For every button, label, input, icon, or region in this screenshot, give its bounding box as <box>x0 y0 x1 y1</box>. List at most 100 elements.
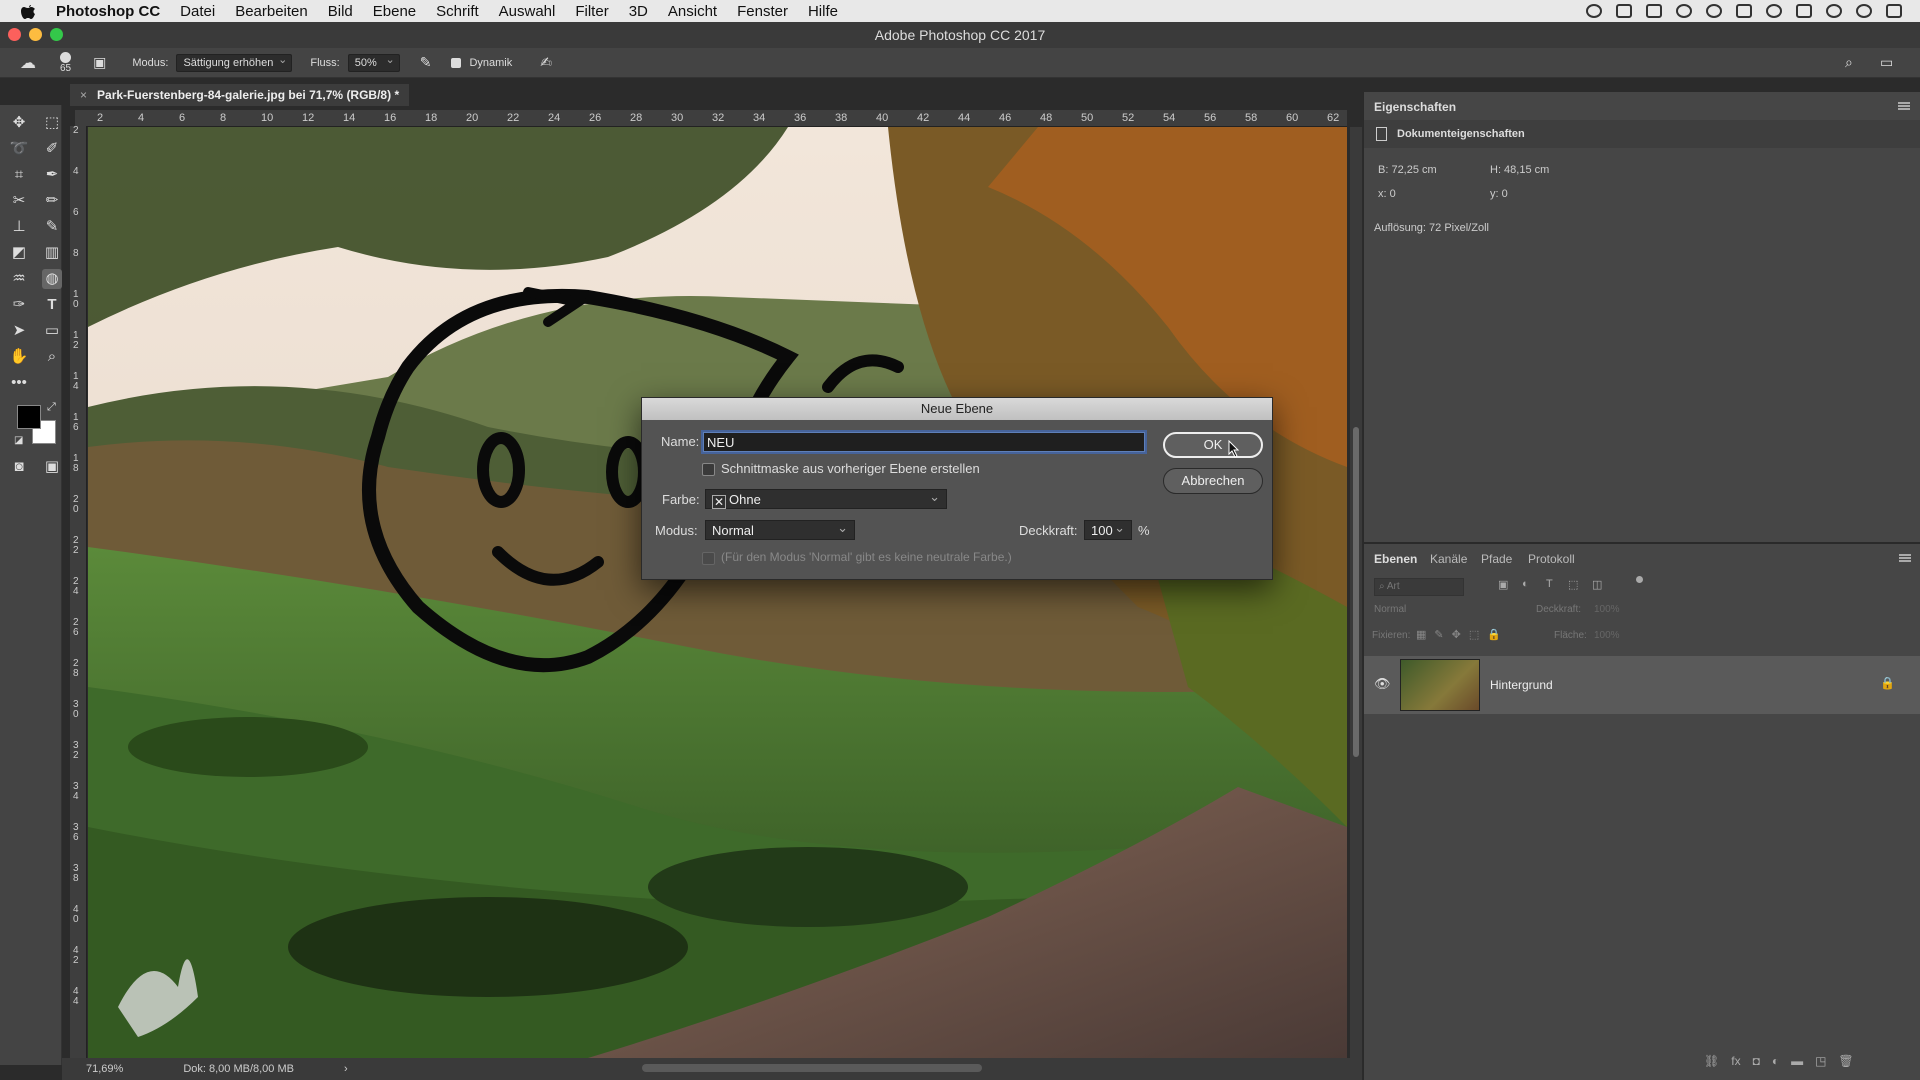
eraser-tool-icon[interactable]: ◩ <box>9 243 29 263</box>
trash-icon[interactable]: 🗑 <box>1838 1054 1853 1068</box>
filter-toggle-icon[interactable] <box>1636 576 1643 583</box>
adjustment-layer-icon[interactable]: ◐ <box>1772 1054 1779 1068</box>
blend-mode-select[interactable]: Normal <box>1374 604 1406 615</box>
sync-icon[interactable] <box>1676 4 1692 18</box>
lock-icons[interactable]: ▦✎✥⬚🔒 <box>1416 628 1509 641</box>
workspace-icon[interactable]: ▭ <box>1880 54 1893 71</box>
zoom-tool-icon[interactable]: ⌕ <box>42 347 62 367</box>
screen-mode-icon[interactable]: ▣ <box>42 457 62 477</box>
document-tab[interactable]: × Park-Fuerstenberg-84-galerie.jpg bei 7… <box>70 84 410 106</box>
fill-value[interactable]: 100% <box>1594 630 1620 641</box>
doc-width[interactable]: B: 72,25 cm <box>1378 164 1437 176</box>
brush-picker[interactable]: 65 <box>60 51 71 74</box>
airbrush-icon[interactable]: ✎ <box>420 54 432 71</box>
close-window-button[interactable] <box>8 28 21 41</box>
cloud-icon[interactable] <box>1616 4 1632 18</box>
quick-mask-icon[interactable]: ◙ <box>9 457 29 477</box>
crop-tool-icon[interactable]: ⌗ <box>9 165 29 185</box>
panel-menu-icon[interactable] <box>1898 102 1910 110</box>
stamp-tool-icon[interactable]: ⊥ <box>9 217 29 237</box>
status-menu-arrow[interactable]: › <box>344 1063 348 1075</box>
search-icon[interactable]: ⌕ <box>1845 54 1853 71</box>
record-icon[interactable] <box>1586 4 1602 18</box>
doc-x[interactable]: x: 0 <box>1378 188 1396 200</box>
doc-height[interactable]: H: 48,15 cm <box>1490 164 1549 176</box>
menu-datei[interactable]: Datei <box>180 3 215 20</box>
horizontal-scrollbar[interactable] <box>642 1064 982 1072</box>
airplay-icon[interactable] <box>1796 4 1812 18</box>
bluetooth-icon[interactable] <box>1736 4 1752 18</box>
color-select[interactable]: ✕ Ohne ⌄ <box>705 489 947 509</box>
tab-eigenschaften[interactable]: Eigenschaften <box>1374 100 1456 114</box>
type-tool-icon[interactable]: T <box>42 295 62 315</box>
dynamic-checkbox[interactable] <box>451 57 462 68</box>
foreground-color-swatch[interactable] <box>17 405 41 429</box>
default-colors-icon[interactable]: ◪ <box>14 435 23 446</box>
scroll-thumb[interactable] <box>1353 427 1359 757</box>
layers-menu-icon[interactable] <box>1899 554 1911 562</box>
tab-protokoll[interactable]: Protokoll <box>1528 552 1575 566</box>
vertical-scrollbar[interactable] <box>1350 127 1362 1058</box>
eye-icon[interactable]: 👁 <box>1374 676 1391 692</box>
clock-icon[interactable] <box>1706 4 1722 18</box>
marquee-tool-icon[interactable]: ⬚ <box>42 113 62 133</box>
zoom-level[interactable]: 71,69% <box>86 1063 123 1075</box>
layer-name-input[interactable] <box>703 432 1145 452</box>
pen-tool-icon[interactable]: ✑ <box>9 295 29 315</box>
tab-pfade[interactable]: Pfade <box>1481 552 1512 566</box>
doc-y[interactable]: y: 0 <box>1490 188 1508 200</box>
eyedropper-icon[interactable]: ✒ <box>42 165 62 185</box>
menu-auswahl[interactable]: Auswahl <box>499 3 556 20</box>
menu-filter[interactable]: Filter <box>575 3 608 20</box>
tool-preset-icon[interactable]: ☁ <box>20 53 36 73</box>
menu-app[interactable]: Photoshop CC <box>56 3 160 20</box>
menu-ansicht[interactable]: Ansicht <box>668 3 717 20</box>
move-tool-icon[interactable]: ✥ <box>9 113 29 133</box>
brush-panel-icon[interactable]: ▣ <box>93 54 106 71</box>
apple-icon[interactable] <box>20 2 36 20</box>
menu-3d[interactable]: 3D <box>629 3 648 20</box>
layer-style-icon[interactable]: fx <box>1731 1054 1740 1068</box>
opacity-input[interactable]: 100 ⌄ <box>1084 520 1132 540</box>
filter-pixel-icon[interactable]: ▣ <box>1498 578 1508 591</box>
document-size[interactable]: Dok: 8,00 MB/8,00 MB <box>183 1063 294 1075</box>
sponge-tool-icon[interactable]: ◍ <box>42 269 62 289</box>
path-select-icon[interactable]: ➤ <box>9 321 29 341</box>
cancel-button[interactable]: Abbrechen <box>1163 468 1263 494</box>
opacity-value[interactable]: 100% <box>1594 604 1620 615</box>
healing-brush-icon[interactable]: ✂ <box>9 191 29 211</box>
minimize-window-button[interactable] <box>29 28 42 41</box>
siri-icon[interactable] <box>1856 4 1872 18</box>
menu-hilfe[interactable]: Hilfe <box>808 3 838 20</box>
menu-bearbeiten[interactable]: Bearbeiten <box>235 3 308 20</box>
new-layer-icon[interactable]: ◳ <box>1815 1054 1826 1068</box>
layer-name[interactable]: Hintergrund <box>1490 678 1553 692</box>
menu-fenster[interactable]: Fenster <box>737 3 788 20</box>
link-layers-icon[interactable]: ⛓ <box>1704 1054 1719 1068</box>
history-brush-icon[interactable]: ✎ <box>42 217 62 237</box>
blur-tool-icon[interactable]: ♒ <box>9 269 29 289</box>
zoom-window-button[interactable] <box>50 28 63 41</box>
new-group-icon[interactable]: ▬ <box>1791 1054 1803 1068</box>
brush-tool-icon[interactable]: ✏ <box>42 191 62 211</box>
mode-select[interactable]: Sättigung erhöhen <box>176 53 293 72</box>
lasso-tool-icon[interactable]: ➰ <box>9 139 29 159</box>
gradient-tool-icon[interactable]: ▥ <box>42 243 62 263</box>
clip-mask-checkbox[interactable] <box>702 463 715 476</box>
ok-button[interactable]: OK <box>1163 432 1263 458</box>
layer-filter-search[interactable]: ⌕ Art <box>1374 578 1464 596</box>
canvas-image[interactable] <box>88 127 1347 1058</box>
notification-icon[interactable] <box>1886 4 1902 18</box>
more-tools-icon[interactable]: ••• <box>9 373 29 393</box>
quick-select-icon[interactable]: ✐ <box>42 139 62 159</box>
flow-select[interactable]: 50% <box>347 53 400 72</box>
menu-ebene[interactable]: Ebene <box>373 3 416 20</box>
pressure-icon[interactable]: ✍ <box>540 54 552 71</box>
monitor-icon[interactable] <box>1646 4 1662 18</box>
filter-type-icon[interactable]: T <box>1546 578 1553 590</box>
tab-kanaele[interactable]: Kanäle <box>1430 552 1467 566</box>
menu-schrift[interactable]: Schrift <box>436 3 479 20</box>
spotlight-icon[interactable] <box>1826 4 1842 18</box>
add-mask-icon[interactable]: ◘ <box>1753 1054 1760 1068</box>
layer-row-hintergrund[interactable]: 👁 Hintergrund 🔒 <box>1364 656 1920 714</box>
